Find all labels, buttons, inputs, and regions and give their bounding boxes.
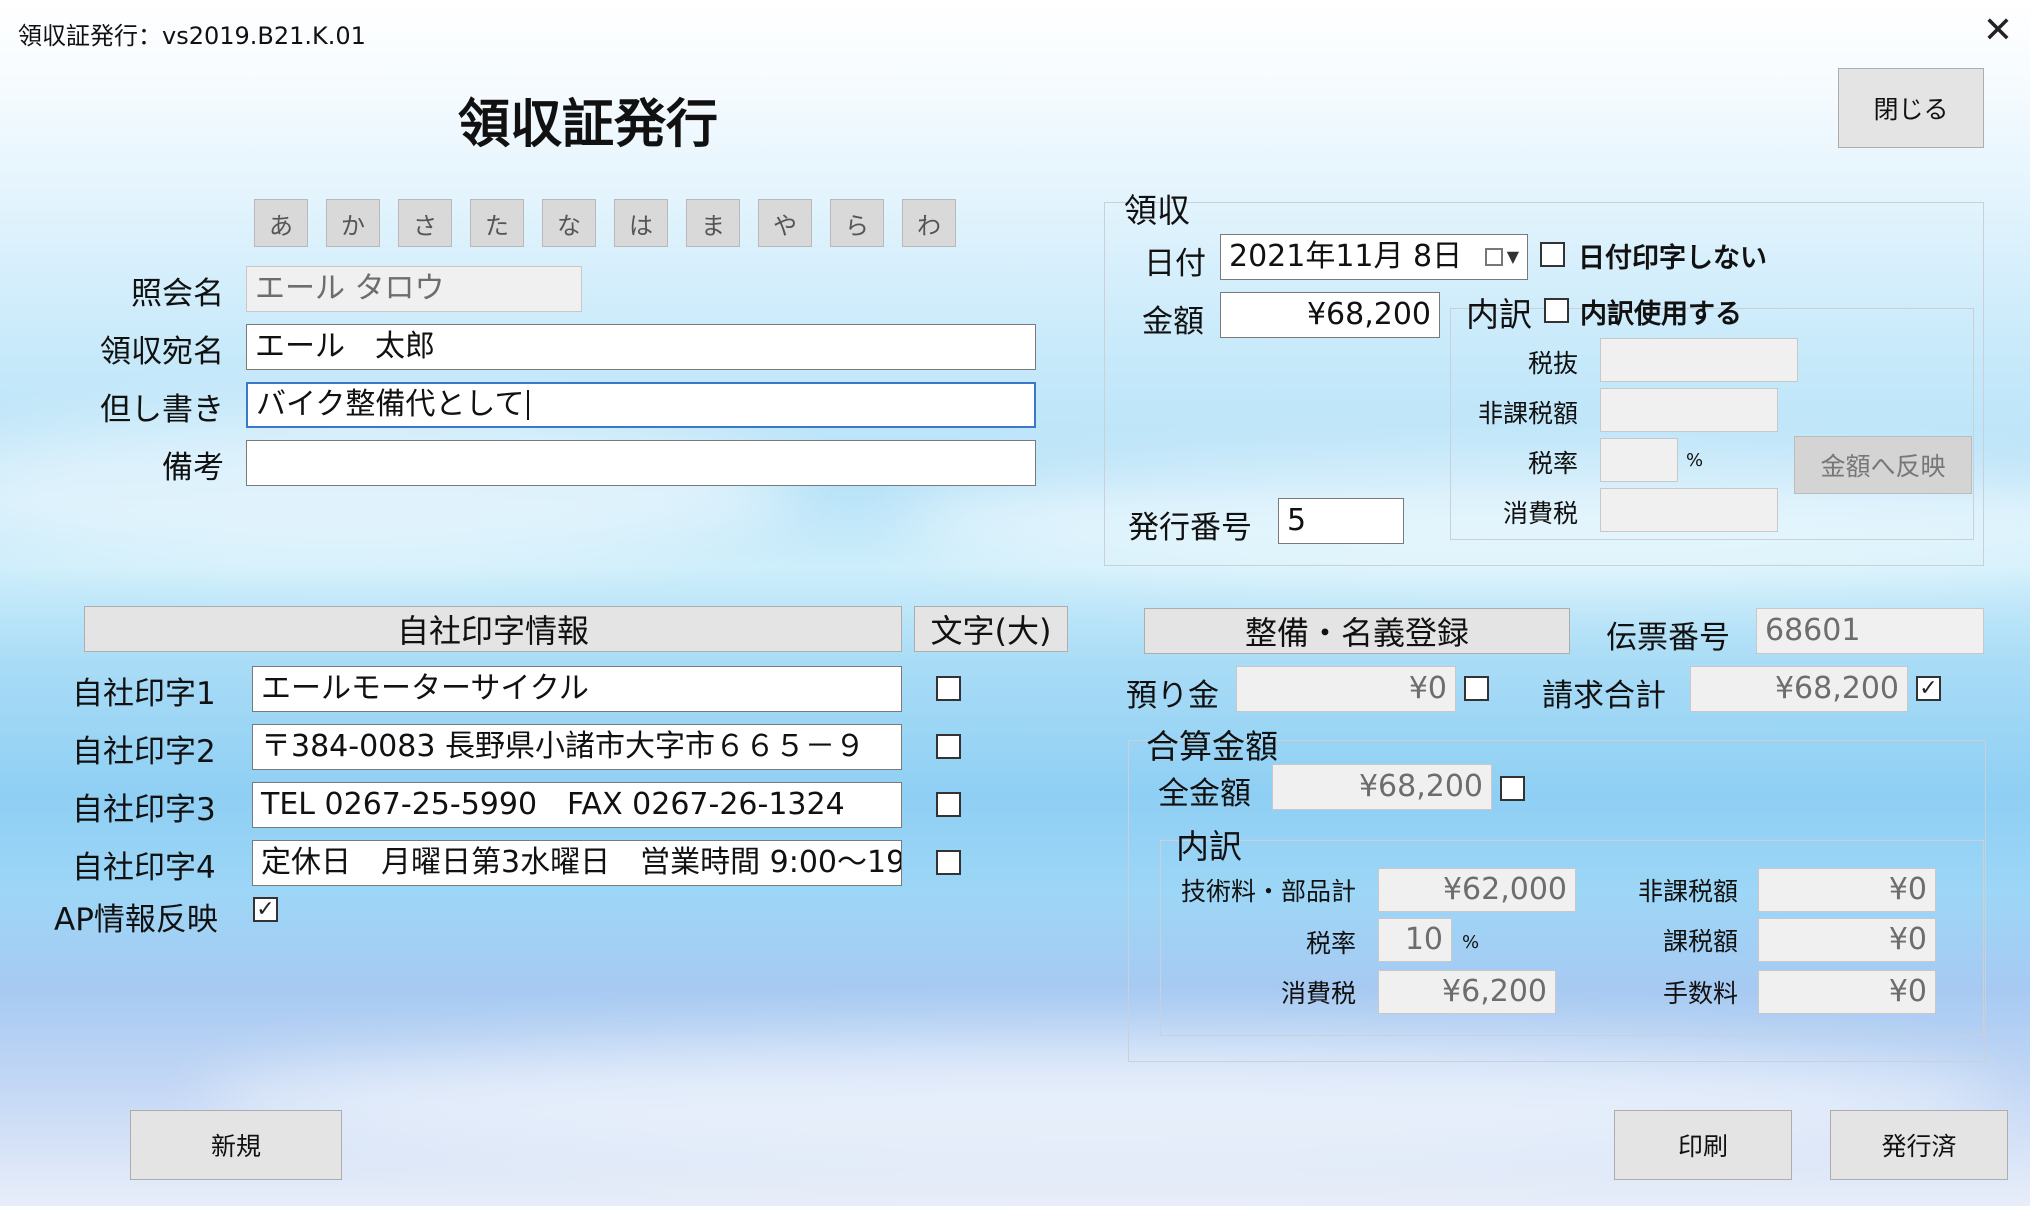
tax-rate-label: 税率: [1527, 449, 1578, 478]
receipt-group-label: 領収: [1124, 191, 1190, 230]
company-print-input[interactable]: エールモーターサイクル: [252, 666, 902, 712]
inquiry-name-label: 照会名: [131, 276, 224, 312]
breakdown-label: 内訳: [1466, 295, 1532, 334]
deposit-label: 預り金: [1126, 678, 1219, 714]
no-date-print-label: 日付印字しない: [1578, 243, 1767, 274]
company-print-input[interactable]: TEL 0267-25-5990 FAX 0267-26-1324: [252, 782, 902, 828]
inquiry-name-field[interactable]: エール タロウ: [246, 266, 582, 312]
issued-button[interactable]: 発行済: [1830, 1110, 2008, 1180]
total-amount-label: 全金額: [1158, 776, 1251, 812]
maintenance-registration-button[interactable]: 整備・名義登録: [1144, 608, 1570, 654]
no-date-print-checkbox[interactable]: [1540, 242, 1565, 267]
company-print-label: 自社印字4: [72, 850, 216, 886]
company-print-label: 自社印字3: [72, 792, 216, 828]
kana-button[interactable]: わ: [902, 199, 956, 247]
parts-total-label: 技術料・部品計: [1180, 877, 1356, 906]
combined-consumption-tax-field[interactable]: ¥6,200: [1378, 970, 1556, 1014]
calendar-icon: [1484, 248, 1503, 266]
company-print-input[interactable]: 〒384-0083 長野県小諸市大字市６６５－９: [252, 724, 902, 770]
company-print-label: 自社印字1: [72, 676, 216, 712]
total-amount-checkbox[interactable]: [1500, 776, 1525, 801]
proviso-label: 但し書き: [100, 392, 224, 428]
billing-total-field[interactable]: ¥68,200: [1690, 666, 1908, 712]
addressee-input[interactable]: エール 太郎: [246, 324, 1036, 370]
page-title: 領収証発行: [458, 95, 719, 155]
issue-number-input[interactable]: 5: [1278, 498, 1404, 544]
amount-label: 金額: [1142, 304, 1204, 340]
company-print-checkbox[interactable]: [936, 850, 961, 875]
kana-button[interactable]: な: [542, 199, 596, 247]
combined-consumption-tax-label: 消費税: [1280, 979, 1356, 1008]
nontaxable-field[interactable]: [1600, 388, 1778, 432]
text-caret: [526, 390, 529, 420]
percent-sign: %: [1686, 450, 1704, 471]
window-close-icon[interactable]: ✕: [1968, 4, 2028, 58]
company-print-label: 自社印字2: [72, 734, 216, 770]
slip-number-label: 伝票番号: [1606, 620, 1730, 656]
kana-button[interactable]: や: [758, 199, 812, 247]
date-label: 日付: [1144, 246, 1206, 282]
company-print-input[interactable]: 定休日 月曜日第3水曜日 営業時間 9:00〜19: [252, 840, 902, 886]
deposit-checkbox[interactable]: [1464, 676, 1489, 701]
use-breakdown-label: 内訳使用する: [1580, 299, 1742, 330]
kana-button[interactable]: さ: [398, 199, 452, 247]
tax-rate-field[interactable]: [1600, 438, 1678, 482]
print-button[interactable]: 印刷: [1614, 1110, 1792, 1180]
kana-button[interactable]: は: [614, 199, 668, 247]
combined-nontaxable-label: 非課税額: [1637, 877, 1738, 906]
company-print-checkbox[interactable]: [936, 734, 961, 759]
ap-info-label: AP情報反映: [54, 902, 218, 938]
combined-amount-label: 合算金額: [1146, 727, 1278, 766]
parts-total-field[interactable]: ¥62,000: [1378, 868, 1576, 912]
close-button[interactable]: 閉じる: [1838, 68, 1984, 148]
combined-tax-rate-label: 税率: [1305, 929, 1356, 958]
combined-breakdown-label: 内訳: [1176, 827, 1242, 866]
tax-excluded-label: 税抜: [1527, 349, 1578, 378]
billing-check-icon: ✓: [1919, 676, 1938, 701]
large-text-button[interactable]: 文字(大): [914, 606, 1068, 652]
receipt-issue-window: 領収証発行：vs2019.B21.K.01 ✕ 領収証発行 閉じる あかさたなは…: [0, 0, 2030, 1206]
issue-number-label: 発行番号: [1128, 510, 1252, 546]
slip-number-field[interactable]: 68601: [1756, 608, 1984, 654]
proviso-input[interactable]: バイク整備代として: [246, 382, 1036, 428]
billing-total-label: 請求合計: [1542, 678, 1666, 714]
nontaxable-label: 非課税額: [1477, 399, 1578, 428]
date-value: 2021年11月 8日: [1229, 239, 1463, 274]
consumption-tax-field[interactable]: [1600, 488, 1778, 532]
consumption-tax-label: 消費税: [1502, 499, 1578, 528]
addressee-label: 領収宛名: [100, 334, 224, 370]
fee-label: 手数料: [1662, 979, 1738, 1008]
kana-button[interactable]: た: [470, 199, 524, 247]
combined-tax-rate-field[interactable]: 10: [1378, 918, 1452, 962]
company-print-checkbox[interactable]: [936, 676, 961, 701]
deposit-field[interactable]: ¥0: [1236, 666, 1456, 712]
remarks-label: 備考: [162, 450, 224, 486]
total-amount-field[interactable]: ¥68,200: [1272, 764, 1492, 810]
combined-percent-sign: %: [1462, 932, 1480, 953]
reflect-to-amount-button[interactable]: 金額へ反映: [1794, 436, 1972, 494]
use-breakdown-checkbox[interactable]: [1544, 298, 1569, 323]
amount-input[interactable]: ¥68,200: [1220, 292, 1440, 338]
chevron-down-icon: ▼: [1506, 247, 1519, 266]
fee-field[interactable]: ¥0: [1758, 970, 1936, 1014]
date-picker[interactable]: 2021年11月 8日 ▼: [1220, 234, 1528, 280]
kana-button[interactable]: ら: [830, 199, 884, 247]
taxable-amount-label: 課税額: [1662, 927, 1738, 956]
kana-button[interactable]: ま: [686, 199, 740, 247]
ap-info-checkbox[interactable]: ✓: [253, 897, 278, 922]
kana-button[interactable]: か: [326, 199, 380, 247]
billing-total-checkbox[interactable]: ✓: [1916, 676, 1941, 701]
window-title: 領収証発行：vs2019.B21.K.01: [18, 22, 366, 50]
ap-check-icon: ✓: [256, 897, 275, 922]
proviso-text: バイク整備代として: [256, 387, 525, 422]
kana-button[interactable]: あ: [254, 199, 308, 247]
combined-nontaxable-field[interactable]: ¥0: [1758, 868, 1936, 912]
taxable-amount-field[interactable]: ¥0: [1758, 918, 1936, 962]
remarks-input[interactable]: [246, 440, 1036, 486]
company-print-checkbox[interactable]: [936, 792, 961, 817]
new-button[interactable]: 新規: [130, 1110, 342, 1180]
company-print-info-button[interactable]: 自社印字情報: [84, 606, 902, 652]
tax-excluded-field[interactable]: [1600, 338, 1798, 382]
